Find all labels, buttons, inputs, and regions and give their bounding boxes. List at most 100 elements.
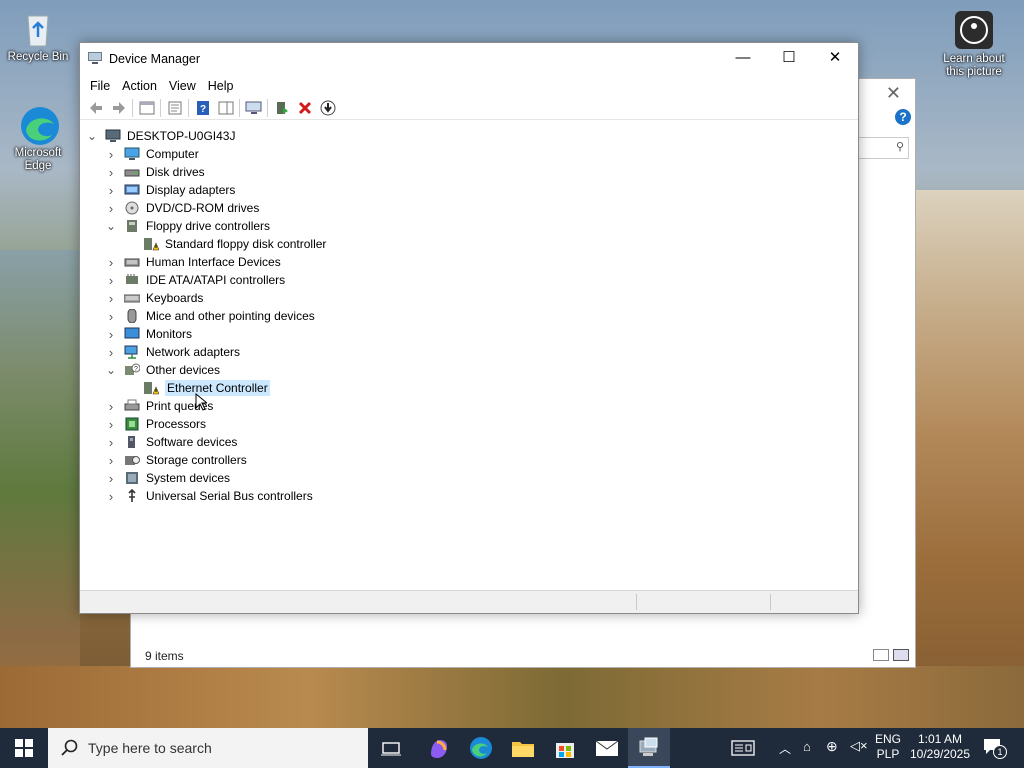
chevron-right-icon[interactable]: ›: [105, 201, 117, 216]
help-icon[interactable]: ?: [895, 109, 911, 125]
details-view-icon[interactable]: [873, 649, 889, 661]
minimize-button[interactable]: —: [720, 43, 766, 73]
search-placeholder: Type here to search: [88, 740, 212, 756]
chevron-down-icon[interactable]: ⌄: [105, 363, 117, 377]
file-explorer-button[interactable]: [502, 728, 544, 768]
tray-chevron-up-icon[interactable]: ︿: [779, 740, 791, 757]
tree-item-computer[interactable]: › Computer: [105, 145, 199, 163]
bg-search-box[interactable]: ⚲: [857, 137, 909, 159]
tree-item-mice-and-other-pointing-devices[interactable]: › Mice and other pointing devices: [105, 307, 315, 325]
mail-button[interactable]: [586, 728, 628, 768]
desktop-wallpaper-bottom: [0, 666, 1024, 728]
tray-globe-icon[interactable]: ⊕: [826, 738, 838, 755]
help-button[interactable]: ?: [191, 98, 214, 118]
edge-taskbar-button[interactable]: [460, 728, 502, 768]
chevron-right-icon[interactable]: ›: [105, 291, 117, 306]
printer-icon: [124, 399, 140, 413]
device-manager-taskbar-button[interactable]: [628, 728, 670, 768]
enable-device-button[interactable]: [316, 98, 339, 118]
chevron-right-icon[interactable]: ›: [105, 327, 117, 342]
taskbar-search-box[interactable]: Type here to search: [48, 728, 368, 768]
task-view-button[interactable]: [370, 728, 412, 768]
uninstall-device-button[interactable]: [293, 98, 316, 118]
back-button[interactable]: [84, 98, 107, 118]
tree-item-network-adapters[interactable]: › Network adapters: [105, 343, 240, 361]
update-driver-button[interactable]: [270, 98, 293, 118]
tray-device-icon[interactable]: ⌂: [803, 739, 811, 754]
chevron-right-icon[interactable]: ›: [105, 255, 117, 270]
tree-item-keyboards[interactable]: › Keyboards: [105, 289, 204, 307]
start-button[interactable]: [0, 728, 48, 768]
tree-item-human-interface-devices[interactable]: › Human Interface Devices: [105, 253, 281, 271]
store-button[interactable]: [544, 728, 586, 768]
tree-item-display-adapters[interactable]: › Display adapters: [105, 181, 236, 199]
tree-item-dvd-cd-rom-drives[interactable]: › DVD/CD-ROM drives: [105, 199, 260, 217]
close-icon: ✕: [828, 49, 842, 66]
tree-item-system-devices[interactable]: › System devices: [105, 469, 230, 487]
tree-item-label: Ethernet Controller: [165, 380, 270, 396]
chevron-right-icon[interactable]: ›: [105, 183, 117, 198]
tree-item-standard-floppy-disk-controller[interactable]: Standard floppy disk controller: [143, 235, 326, 253]
show-hide-console-tree-button[interactable]: [135, 98, 158, 118]
device-manager-window[interactable]: Device Manager — ☐ ✕ File Action View He…: [79, 42, 859, 614]
chevron-right-icon[interactable]: ›: [105, 309, 117, 324]
tree-item-disk-drives[interactable]: › Disk drives: [105, 163, 205, 181]
menu-view[interactable]: View: [163, 79, 202, 93]
chevron-right-icon[interactable]: ›: [105, 345, 117, 360]
tree-item-ide-ata-atapi-controllers[interactable]: › IDE ATA/ATAPI controllers: [105, 271, 285, 289]
download-arrow-icon: [320, 100, 335, 116]
tree-root[interactable]: ⌄ DESKTOP-U0GI43J: [86, 127, 236, 145]
store-bag-icon: [556, 743, 574, 758]
chevron-right-icon[interactable]: ›: [105, 489, 117, 504]
toolbar-separator: [160, 99, 161, 117]
chevron-right-icon[interactable]: ›: [105, 453, 117, 468]
chevron-right-icon[interactable]: ›: [105, 435, 117, 450]
tree-item-label: Display adapters: [146, 183, 236, 197]
tree-item-label: Standard floppy disk controller: [165, 237, 327, 251]
chevron-right-icon[interactable]: ›: [105, 399, 117, 414]
tree-item-processors[interactable]: › Processors: [105, 415, 206, 433]
tree-item-universal-serial-bus-controllers[interactable]: › Universal Serial Bus controllers: [105, 487, 313, 505]
maximize-button[interactable]: ☐: [766, 43, 812, 73]
desktop-icon-recycle-bin[interactable]: Recycle Bin: [0, 8, 76, 64]
chevron-right-icon[interactable]: ›: [105, 165, 117, 180]
tray-language[interactable]: ENG PLP: [872, 732, 904, 762]
tree-item-storage-controllers[interactable]: › Storage controllers: [105, 451, 247, 469]
action-pane-button[interactable]: [214, 98, 237, 118]
recycle-bin-label: Recycle Bin: [7, 51, 69, 63]
properties-button[interactable]: [163, 98, 186, 118]
back-arrow-icon: [89, 102, 102, 114]
desktop-icon-edge[interactable]: Microsoft Edge: [0, 104, 76, 173]
device-tree[interactable]: ⌄ DESKTOP-U0GI43J › Computer › Disk drives › Di…: [80, 125, 858, 587]
chevron-right-icon[interactable]: ›: [105, 417, 117, 432]
chevron-down-icon[interactable]: ⌄: [105, 219, 117, 233]
computer-icon: [124, 147, 140, 161]
notification-center-button[interactable]: 1: [980, 737, 1007, 759]
scan-hardware-changes-button[interactable]: [242, 98, 265, 118]
title-bar[interactable]: Device Manager — ☐ ✕: [80, 43, 858, 75]
copilot-button[interactable]: [418, 728, 460, 768]
tree-item-floppy-drive-controllers[interactable]: ⌄ Floppy drive controllers: [105, 217, 270, 235]
menu-action[interactable]: Action: [116, 79, 163, 93]
chevron-right-icon[interactable]: ›: [105, 147, 117, 162]
menu-help[interactable]: Help: [202, 79, 240, 93]
bg-close-icon[interactable]: ✕: [886, 83, 901, 104]
tiles-view-icon[interactable]: [893, 649, 909, 661]
tray-clock[interactable]: 1:01 AM 10/29/2025: [906, 732, 974, 762]
tree-item-software-devices[interactable]: › Software devices: [105, 433, 238, 451]
chevron-right-icon[interactable]: ›: [105, 471, 117, 486]
tree-item-monitors[interactable]: › Monitors: [105, 325, 192, 343]
forward-button[interactable]: [107, 98, 130, 118]
news-icon: [731, 740, 755, 756]
svg-text:?: ?: [134, 366, 138, 373]
desktop-icon-learn-picture[interactable]: Learn about this picture: [936, 10, 1012, 79]
device-manager-icon: [639, 737, 658, 756]
tree-item-other-devices[interactable]: ⌄? Other devices: [105, 361, 220, 379]
chevron-down-icon[interactable]: ⌄: [86, 129, 98, 143]
menu-file[interactable]: File: [84, 79, 116, 93]
close-button[interactable]: ✕: [812, 43, 858, 73]
news-widget-button[interactable]: [722, 728, 764, 768]
task-view-icon: [381, 742, 401, 756]
chevron-right-icon[interactable]: ›: [105, 273, 117, 288]
tray-speaker-muted-icon[interactable]: ◁×: [850, 738, 868, 754]
